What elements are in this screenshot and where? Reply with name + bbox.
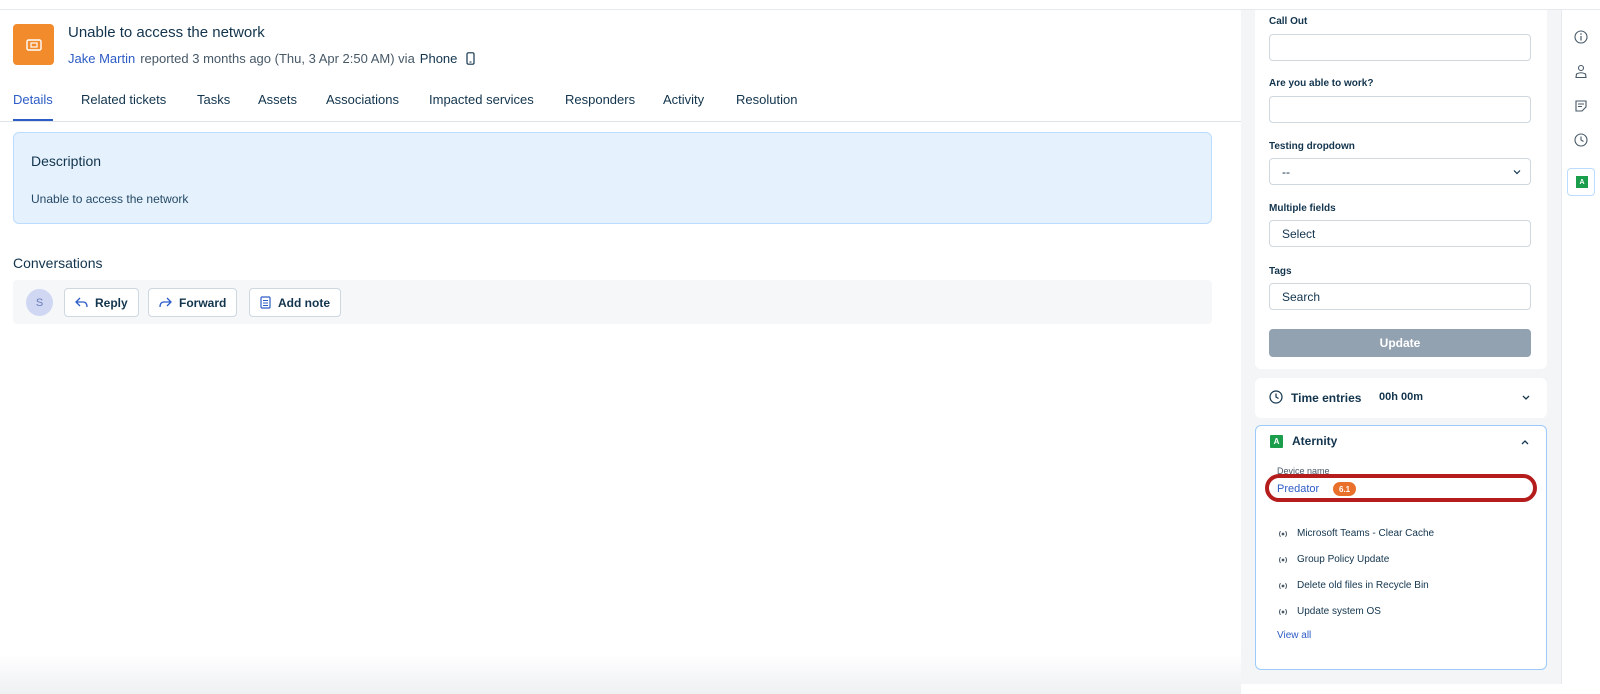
time-entries-value: 00h 00m (1379, 391, 1424, 403)
avatar: S (26, 289, 53, 316)
tab-associations[interactable]: Associations (326, 92, 399, 107)
tab-responders[interactable]: Responders (565, 92, 635, 107)
remediation-action[interactable]: Microsoft Teams - Clear Cache (1277, 528, 1434, 539)
bottom-shade (0, 654, 1241, 694)
broadcast-icon (1279, 582, 1287, 589)
tab-related-tickets[interactable]: Related tickets (81, 92, 166, 107)
action-label: Update system OS (1297, 606, 1381, 617)
history-clock-icon[interactable] (1573, 132, 1589, 148)
reply-icon (75, 297, 88, 308)
reply-label: Reply (95, 295, 128, 310)
aternity-app-icon: A (1576, 176, 1588, 188)
clock-icon (1269, 390, 1283, 404)
tab-impacted-services[interactable]: Impacted services (429, 92, 534, 107)
broadcast-icon (1279, 556, 1287, 563)
tab-assets[interactable]: Assets (258, 92, 297, 107)
aternity-app-button[interactable]: A (1567, 168, 1595, 196)
able-to-work-field[interactable] (1269, 96, 1531, 123)
right-rail: A (1561, 10, 1600, 684)
forward-icon (159, 297, 172, 308)
remediation-action[interactable]: Delete old files in Recycle Bin (1277, 580, 1429, 591)
info-icon[interactable] (1573, 29, 1589, 45)
aternity-card: A Aternity Device name Predator 6.1 Micr… (1255, 425, 1547, 670)
ticket-title: Unable to access the network (68, 24, 265, 41)
broadcast-icon (1279, 530, 1287, 537)
remediation-action[interactable]: Group Policy Update (1277, 554, 1389, 565)
tags-label: Tags (1269, 266, 1292, 277)
ticket-tabs: Details Related tickets Tasks Assets Ass… (0, 84, 1241, 122)
active-tab-indicator (13, 119, 53, 121)
remediation-action[interactable]: Update system OS (1277, 606, 1381, 617)
add-note-label: Add note (278, 295, 330, 310)
tab-activity[interactable]: Activity (663, 92, 704, 107)
able-to-work-label: Are you able to work? (1269, 78, 1374, 89)
description-text: Unable to access the network (31, 192, 189, 206)
properties-card: Call Out Are you able to work? Testing d… (1255, 10, 1547, 369)
testing-dropdown-select[interactable]: -- (1269, 158, 1531, 185)
call-out-label: Call Out (1269, 16, 1308, 27)
action-label: Group Policy Update (1297, 554, 1390, 565)
add-note-button[interactable]: Add note (249, 288, 341, 317)
note-icon (260, 296, 271, 309)
action-label: Delete old files in Recycle Bin (1297, 580, 1429, 591)
description-card: Description Unable to access the network (13, 132, 1212, 224)
time-entries-card[interactable]: Time entries 00h 00m (1255, 378, 1547, 418)
reported-text: reported 3 months ago (Thu, 3 Apr 2:50 A… (140, 51, 415, 66)
update-button[interactable]: Update (1269, 329, 1531, 357)
multiple-fields-select[interactable]: Select (1269, 220, 1531, 247)
user-icon[interactable] (1573, 63, 1589, 79)
tab-tasks[interactable]: Tasks (197, 92, 230, 107)
notes-icon[interactable] (1573, 98, 1589, 114)
aternity-logo-icon: A (1270, 435, 1283, 448)
ticket-meta: Jake Martin reported 3 months ago (Thu, … (68, 51, 475, 66)
description-heading: Description (31, 153, 102, 169)
view-all-link[interactable]: View all (1277, 630, 1311, 641)
tab-details[interactable]: Details (13, 92, 53, 107)
forward-label: Forward (179, 295, 227, 310)
testing-dropdown-value: -- (1282, 164, 1290, 179)
tab-resolution[interactable]: Resolution (736, 92, 797, 107)
requester-link[interactable]: Jake Martin (68, 51, 135, 66)
forward-button[interactable]: Forward (148, 288, 238, 317)
channel-text: Phone (419, 51, 458, 66)
highlight-annotation (1265, 474, 1537, 502)
ticket-type-icon (13, 24, 54, 65)
ticket-main: Unable to access the network Jake Martin… (0, 10, 1241, 694)
conversation-actions: S Reply Forward Add note (13, 280, 1212, 324)
aternity-title: Aternity (1292, 434, 1338, 448)
multiple-fields-label: Multiple fields (1269, 203, 1336, 214)
testing-dropdown-label: Testing dropdown (1269, 141, 1355, 152)
chevron-up-icon[interactable] (1520, 438, 1530, 446)
action-label: Microsoft Teams - Clear Cache (1297, 528, 1435, 539)
properties-sidebar: Call Out Are you able to work? Testing d… (1241, 10, 1561, 684)
broadcast-icon (1279, 608, 1287, 615)
top-bar (0, 0, 1600, 10)
tags-search-input[interactable]: Search (1269, 283, 1531, 310)
phone-icon (466, 52, 475, 65)
conversations-heading: Conversations (13, 255, 103, 271)
call-out-field[interactable] (1269, 34, 1531, 61)
reply-button[interactable]: Reply (64, 288, 139, 317)
chevron-down-icon[interactable] (1521, 394, 1531, 402)
time-entries-label: Time entries (1291, 391, 1362, 405)
chevron-down-icon (1513, 170, 1521, 175)
